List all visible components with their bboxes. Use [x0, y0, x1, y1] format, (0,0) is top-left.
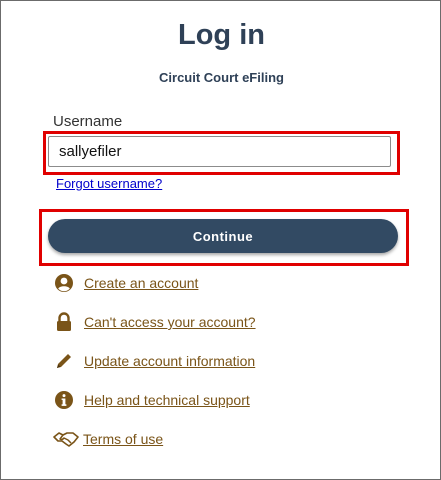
forgot-username-link[interactable]: Forgot username? [56, 176, 162, 191]
create-account-link[interactable]: Create an account [53, 272, 198, 294]
pencil-icon [53, 350, 75, 372]
page-title: Log in [178, 19, 265, 51]
handshake-icon [53, 428, 79, 450]
help-support-label: Help and technical support [84, 392, 250, 408]
info-icon [53, 389, 75, 411]
page-subtitle: Circuit Court eFiling [159, 70, 284, 85]
user-circle-icon [53, 272, 75, 294]
terms-of-use-label: Terms of use [83, 431, 164, 447]
terms-of-use-link[interactable]: Terms of use [53, 428, 163, 450]
cant-access-account-label: Can't access your account? [84, 314, 256, 330]
login-panel: Log in Circuit Court eFiling Username Fo… [0, 0, 441, 480]
username-label: Username [53, 113, 123, 130]
cant-access-account-link[interactable]: Can't access your account? [53, 311, 256, 333]
continue-button[interactable]: Continue [48, 219, 398, 253]
update-account-link[interactable]: Update account information [53, 350, 255, 372]
update-account-label: Update account information [84, 353, 256, 369]
lock-icon [53, 311, 75, 333]
username-input[interactable] [48, 136, 391, 167]
create-account-label: Create an account [84, 275, 199, 291]
help-support-link[interactable]: Help and technical support [53, 389, 250, 411]
